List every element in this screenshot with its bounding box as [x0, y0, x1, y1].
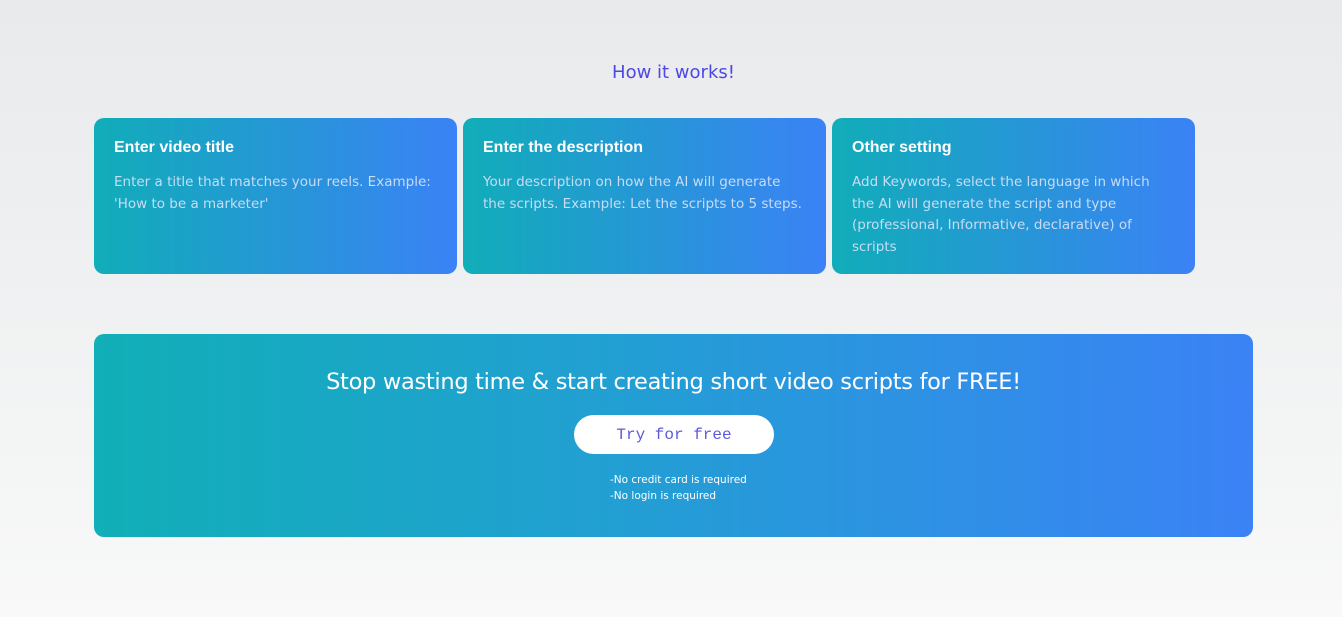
cta-heading: Stop wasting time & start creating short… [326, 369, 1021, 395]
step-card-title: Enter video title [114, 139, 235, 156]
section-title: How it works! [612, 62, 735, 83]
step-card-text: Enter a title that matches your reels. E… [114, 174, 431, 212]
step-card-text: Add Keywords, select the language in whi… [852, 174, 1150, 256]
try-for-free-button[interactable]: Try for free [574, 415, 774, 454]
step-card-title: Enter the description [483, 139, 644, 156]
no-login-note: -No login is required [610, 490, 717, 502]
no-credit-card-note: -No credit card is required [610, 474, 747, 486]
step-card-video-title: Enter video title Enter a title that mat… [94, 118, 457, 274]
cta-notes: -No credit card is required -No login is… [610, 472, 747, 504]
step-card-text: Your description on how the AI will gene… [483, 174, 802, 212]
steps-cards: Enter video title Enter a title that mat… [94, 118, 1195, 274]
step-card-description: Enter the description Your description o… [463, 118, 826, 274]
cta-banner: Stop wasting time & start creating short… [94, 334, 1253, 537]
step-card-other-setting: Other setting Add Keywords, select the l… [832, 118, 1195, 274]
step-card-title: Other setting [852, 139, 952, 156]
